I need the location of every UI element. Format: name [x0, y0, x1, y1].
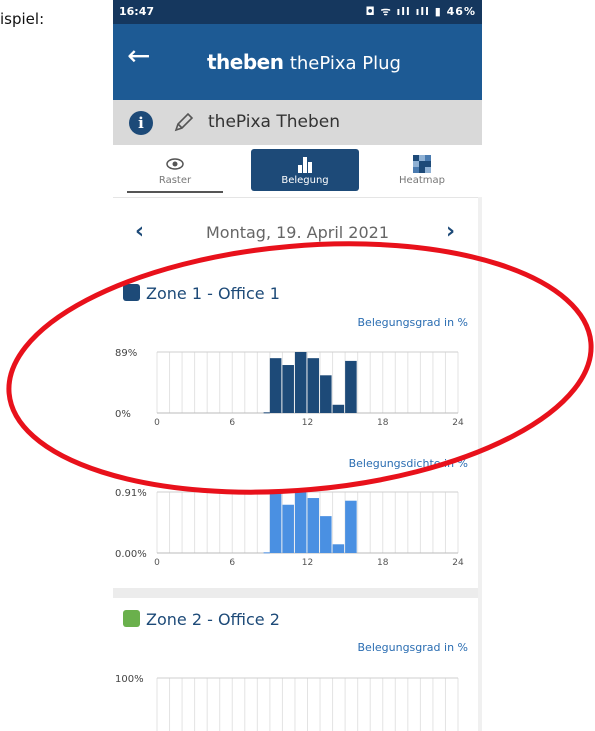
tab-raster[interactable]: Raster — [127, 149, 223, 193]
heatmap-icon — [413, 155, 431, 173]
tab-belegung-label: Belegung — [281, 175, 329, 186]
chart-2-belegungsdichte: 0.91% 0.00% 0 6 12 18 24 — [115, 488, 464, 568]
x-tick-label: 6 — [229, 558, 235, 568]
chart-3-belegungsgrad: 100% — [115, 674, 459, 731]
status-icons: ◘ ᯤ ıll ıll ▮ 46% — [365, 5, 476, 18]
brand-logo: theben — [207, 50, 284, 74]
y-tick-label: 100% — [115, 674, 144, 685]
chart-bar — [345, 360, 357, 413]
zone-2-color-swatch — [123, 610, 140, 627]
eye-icon — [166, 158, 184, 170]
phone-screen: 16:47 ◘ ᯤ ıll ıll ▮ 46% ← theben thePixa… — [113, 0, 482, 731]
zone-1-title: Zone 1 - Office 1 — [123, 284, 280, 303]
date-label: Montag, 19. April 2021 — [205, 223, 390, 242]
zone-2-label: Zone 2 - Office 2 — [146, 610, 280, 629]
x-tick-label: 12 — [302, 558, 313, 568]
zone-1-label: Zone 1 - Office 1 — [146, 284, 280, 303]
x-tick-label: 0 — [154, 418, 160, 428]
tab-heatmap-label: Heatmap — [399, 175, 445, 186]
tab-raster-label: Raster — [158, 175, 192, 186]
date-navigation: ‹ Montag, 19. April 2021 › — [113, 215, 482, 249]
arrow-left-icon[interactable]: ← — [127, 42, 150, 70]
caption-text: ispiel: — [0, 10, 45, 28]
scrollbar[interactable] — [478, 197, 482, 731]
chart-bar — [269, 358, 282, 413]
x-tick-label: 24 — [452, 418, 464, 428]
chart-1-belegungsgrad: 89% 0% 0 6 12 18 24 — [115, 348, 464, 428]
device-bar: i thePixa Theben — [113, 100, 482, 145]
chart-bar — [345, 500, 357, 553]
y-tick-label: 0% — [115, 409, 131, 420]
chart-bar — [263, 552, 270, 554]
chart-bar — [307, 358, 320, 413]
zone-1-color-swatch — [123, 284, 140, 301]
product-name: thePixa Plug — [289, 53, 401, 74]
chart-bar — [332, 544, 345, 553]
app-bar: ← theben thePixa Plug — [113, 24, 482, 100]
pencil-icon[interactable] — [171, 110, 197, 136]
chart-bar — [263, 412, 270, 414]
x-tick-label: 18 — [377, 418, 389, 428]
section-divider — [113, 588, 478, 598]
next-day-button[interactable]: › — [446, 219, 455, 244]
y-tick-label: 89% — [115, 348, 137, 359]
chart-bar — [294, 492, 307, 553]
chart-3-title: Belegungsgrad in % — [357, 641, 468, 654]
tab-heatmap[interactable]: Heatmap — [367, 149, 477, 191]
status-bar: 16:47 ◘ ᯤ ıll ıll ▮ 46% — [113, 0, 482, 24]
x-tick-label: 0 — [154, 558, 160, 568]
chart-bar — [307, 498, 320, 553]
chart-bar — [320, 516, 332, 553]
tab-belegung[interactable]: Belegung — [251, 149, 359, 191]
status-time: 16:47 — [119, 5, 155, 18]
device-name: thePixa Theben — [208, 112, 341, 132]
chart-bar — [269, 492, 282, 553]
x-tick-label: 18 — [377, 558, 389, 568]
zone-2-title: Zone 2 - Office 2 — [123, 610, 280, 629]
y-tick-label: 0.91% — [115, 488, 147, 499]
chart-bar — [282, 504, 294, 553]
x-tick-label: 12 — [302, 418, 313, 428]
chart-bar — [294, 352, 307, 413]
chart-bar — [320, 375, 332, 413]
bar-chart-icon — [298, 157, 312, 173]
y-tick-label: 0.00% — [115, 549, 147, 560]
chart-bar — [282, 365, 294, 413]
chart-1-title: Belegungsgrad in % — [357, 316, 468, 329]
app-title: theben thePixa Plug — [207, 50, 401, 74]
chart-bar — [332, 404, 345, 413]
chart-2-title: Belegungsdichte in % — [348, 457, 468, 470]
tab-bar: Raster Belegung Heatmap — [113, 145, 482, 198]
x-tick-label: 24 — [452, 558, 464, 568]
info-icon[interactable]: i — [129, 111, 153, 135]
x-tick-label: 6 — [229, 418, 235, 428]
